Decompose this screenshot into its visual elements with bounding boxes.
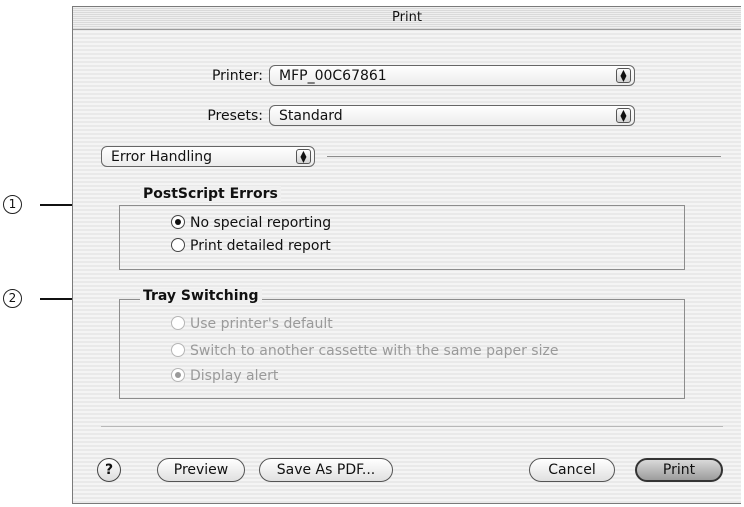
presets-value: Standard [279,108,343,124]
footer-divider [101,426,723,427]
tray-switching-title: Tray Switching [140,288,262,304]
dialog-title: Print [73,7,741,30]
printer-select[interactable]: MFP_00C67861 ▲ ▼ [269,65,635,86]
chevron-updown-icon: ▲ ▼ [616,108,631,123]
radio-checked-icon [171,215,185,229]
help-button[interactable]: ? [97,458,121,482]
print-dialog: Print Printer: MFP_00C67861 ▲ ▼ Presets: … [72,6,741,504]
radio-unchecked-icon [171,316,185,330]
printer-label: Printer: [211,68,263,84]
save-as-pdf-button[interactable]: Save As PDF... [259,458,393,482]
radio-print-detailed-report[interactable]: Print detailed report [171,237,331,255]
callout-1: 1 [3,195,22,214]
radio-switch-cassette: Switch to another cassette with the same… [171,342,558,360]
panel-select[interactable]: Error Handling ▲ ▼ [101,146,315,167]
radio-unchecked-icon [171,238,185,252]
print-button[interactable]: Print [635,458,723,482]
cancel-button[interactable]: Cancel [529,458,615,482]
chevron-updown-icon: ▲ ▼ [616,68,631,83]
radio-use-printer-default: Use printer's default [171,315,333,333]
radio-no-special-reporting[interactable]: No special reporting [171,214,331,232]
radio-display-alert: Display alert [171,367,278,385]
radio-checked-icon [171,368,185,382]
postscript-errors-title: PostScript Errors [140,186,281,202]
radio-label: No special reporting [190,215,332,231]
preview-button[interactable]: Preview [157,458,245,482]
chevron-updown-icon: ▲ ▼ [296,149,311,164]
radio-label: Display alert [190,368,279,384]
radio-label: Use printer's default [190,316,333,332]
radio-label: Switch to another cassette with the same… [190,343,559,359]
panel-value: Error Handling [111,149,212,165]
radio-label: Print detailed report [190,238,331,254]
radio-unchecked-icon [171,343,185,357]
panel-divider [327,156,721,157]
presets-select[interactable]: Standard ▲ ▼ [269,105,635,126]
printer-value: MFP_00C67861 [279,68,387,84]
callout-2: 2 [3,289,22,308]
presets-label: Presets: [207,108,263,124]
